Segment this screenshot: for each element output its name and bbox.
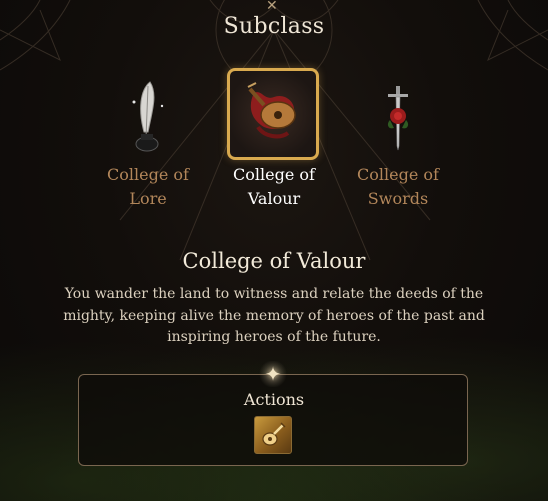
sparkle-icon: ✦	[258, 361, 288, 387]
subclass-option-swords[interactable]	[352, 70, 444, 162]
subclass-label-swords[interactable]: College of Swords	[350, 163, 446, 211]
dagger-rose-icon	[387, 86, 409, 151]
top-ornament-icon: ✕	[266, 0, 278, 14]
lute-red-cloth-icon	[247, 82, 296, 139]
action-item[interactable]	[254, 416, 292, 454]
subclass-label-lore[interactable]: College of Lore	[86, 163, 210, 211]
panel-title: Subclass	[223, 14, 325, 39]
subclass-label-valour[interactable]: College of Valour	[206, 163, 342, 211]
actions-heading: Actions	[243, 390, 305, 409]
subclass-option-valour[interactable]	[227, 68, 319, 160]
description-text: You wander the land to witness and relat…	[63, 286, 485, 345]
subclass-option-lore[interactable]	[102, 70, 194, 162]
lute-action-icon	[262, 422, 286, 446]
quill-inkwell-icon	[132, 81, 164, 152]
description-title: College of Valour	[182, 249, 366, 273]
